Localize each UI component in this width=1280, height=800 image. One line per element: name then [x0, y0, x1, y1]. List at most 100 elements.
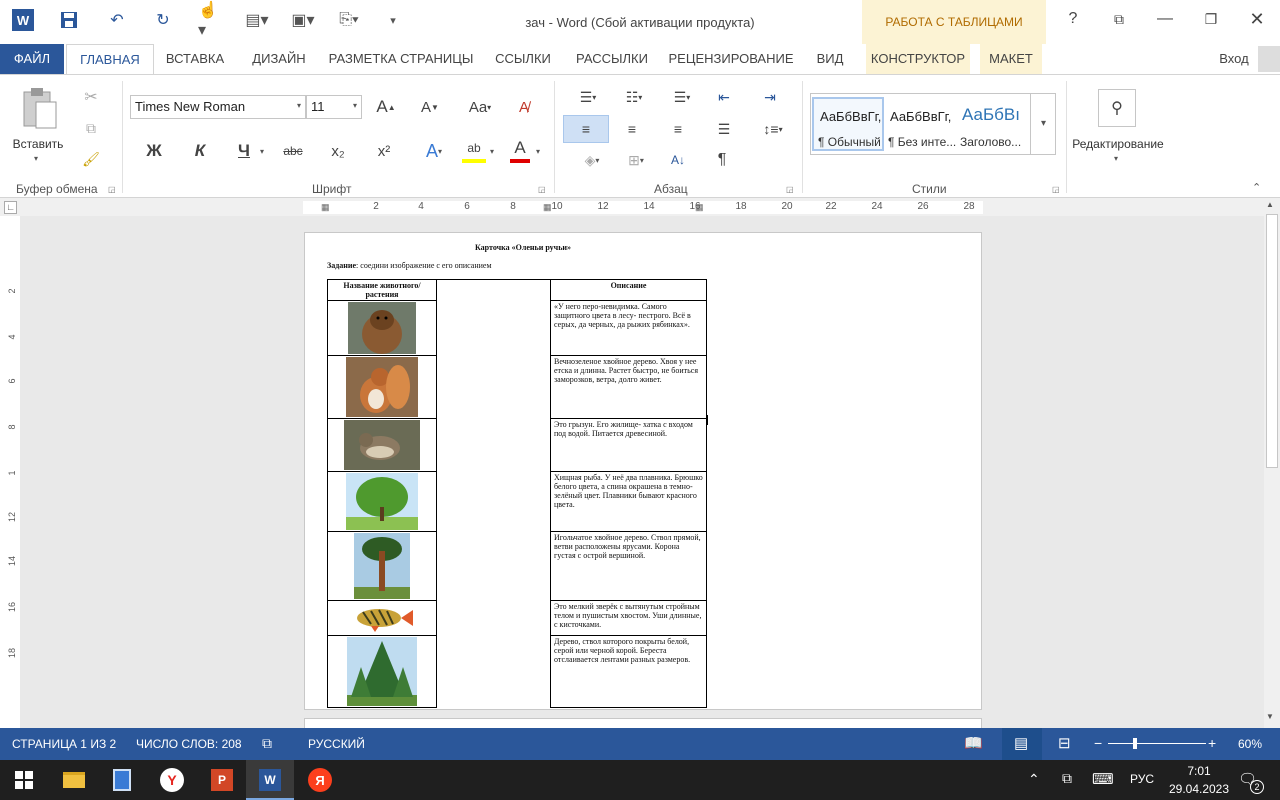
help-button[interactable]: ?: [1058, 8, 1088, 30]
tab-insert[interactable]: ВСТАВКА: [160, 44, 230, 74]
zoom-level[interactable]: 60%: [1238, 737, 1262, 751]
editing-button[interactable]: Редактирование: [1070, 137, 1166, 151]
web-layout-icon[interactable]: ⊟: [1058, 734, 1071, 752]
page-indicator[interactable]: СТРАНИЦА 1 ИЗ 2: [12, 737, 116, 751]
file-explorer-icon[interactable]: [54, 764, 94, 796]
clock-date[interactable]: 29.04.2023: [1164, 782, 1234, 796]
tab-view[interactable]: ВИД: [808, 44, 852, 74]
column-marker-icon[interactable]: ▦: [543, 202, 552, 213]
font-color-dropdown-icon[interactable]: ▾: [536, 147, 540, 156]
yandex-browser-icon[interactable]: Y: [152, 764, 192, 796]
input-language[interactable]: РУС: [1130, 772, 1154, 786]
increase-indent-icon[interactable]: ⇥: [756, 85, 784, 109]
proofing-icon[interactable]: ⧉: [262, 735, 272, 752]
tab-mailings[interactable]: РАССЫЛКИ: [570, 44, 654, 74]
numbering-icon[interactable]: ☷ ▾: [616, 85, 652, 109]
style-heading[interactable]: АаБбВı Заголово...: [958, 97, 1030, 151]
font-name-input[interactable]: Times New Roman ▾: [130, 95, 306, 119]
style-no-spacing[interactable]: АаБбВвГг, ¶ Без инте...: [886, 97, 958, 151]
align-right-button[interactable]: ≡: [666, 115, 690, 143]
cut-icon[interactable]: ✂: [80, 87, 102, 107]
editing-dropdown-icon[interactable]: ▾: [1114, 154, 1118, 163]
styles-launcher-icon[interactable]: ◲: [1052, 185, 1060, 194]
ribbon-display-button[interactable]: ⧉: [1104, 8, 1134, 30]
customize-qat-icon[interactable]: ▾: [380, 9, 406, 31]
account-avatar[interactable]: [1258, 46, 1280, 72]
clipboard-launcher-icon[interactable]: ◲: [108, 185, 116, 194]
zoom-slider-thumb[interactable]: [1133, 738, 1138, 749]
picture-cell[interactable]: [327, 355, 437, 419]
word-app-icon[interactable]: W: [12, 9, 34, 31]
description-cell[interactable]: Это грызун. Его жилище- хатка с входом п…: [550, 418, 707, 472]
multilevel-list-icon[interactable]: ☰ ▾: [664, 85, 700, 109]
scroll-up-icon[interactable]: ▲: [1266, 200, 1274, 209]
vertical-scrollbar[interactable]: ▲ ▼: [1264, 198, 1280, 728]
collapse-ribbon-icon[interactable]: ⌃: [1252, 181, 1261, 194]
line-spacing-icon[interactable]: ↕≡ ▾: [756, 115, 790, 143]
yandex-icon[interactable]: Я: [300, 764, 340, 796]
tab-references[interactable]: ССЫЛКИ: [488, 44, 558, 74]
highlight-icon[interactable]: ab: [462, 137, 486, 163]
underline-button[interactable]: Ч: [232, 139, 256, 163]
change-case-icon[interactable]: Aa ▾: [464, 95, 496, 119]
print-layout-button[interactable]: ▤: [1002, 728, 1042, 760]
binoculars-icon[interactable]: ⚲: [1098, 89, 1136, 127]
tab-layout[interactable]: МАКЕТ: [980, 44, 1042, 74]
page-layout-icon[interactable]: ▤▾: [244, 9, 270, 31]
restore-button[interactable]: ❐: [1196, 8, 1226, 30]
font-size-input[interactable]: 11 ▾: [306, 95, 362, 119]
picture-cell[interactable]: [327, 471, 437, 532]
shrink-font-icon[interactable]: A ▼: [418, 95, 442, 119]
description-cell[interactable]: Хищная рыба. У неё два плавника. Брюшко …: [550, 471, 707, 532]
highlight-dropdown-icon[interactable]: ▾: [490, 147, 494, 156]
tray-device-icon[interactable]: ⧉: [1062, 770, 1072, 787]
word-taskbar-button[interactable]: W: [246, 760, 294, 800]
redo-icon[interactable]: ↻: [150, 9, 176, 31]
paragraph-launcher-icon[interactable]: ◲: [786, 185, 794, 194]
keyboard-icon[interactable]: ⌨: [1092, 770, 1114, 788]
picture-cell[interactable]: [327, 418, 437, 472]
language-indicator[interactable]: РУССКИЙ: [308, 737, 365, 751]
signin-link[interactable]: Вход: [1214, 44, 1254, 74]
bold-button[interactable]: Ж: [142, 139, 166, 163]
clear-formatting-icon[interactable]: A̸: [512, 95, 536, 119]
superscript-button[interactable]: x²: [372, 139, 396, 163]
strikethrough-button[interactable]: abc: [280, 139, 306, 163]
tab-review[interactable]: РЕЦЕНЗИРОВАНИЕ: [668, 44, 794, 74]
picture-cell[interactable]: [327, 531, 437, 601]
minimize-button[interactable]: —: [1150, 8, 1180, 30]
document-icon[interactable]: ⎘▾: [336, 9, 362, 31]
picture-cell[interactable]: [327, 635, 437, 708]
subscript-button[interactable]: x₂: [326, 139, 350, 163]
scroll-down-icon[interactable]: ▼: [1266, 712, 1274, 721]
zoom-in-icon[interactable]: +: [1208, 735, 1216, 751]
description-cell[interactable]: Дерево, ствол которого покрыты белой, се…: [550, 635, 707, 708]
calculator-icon[interactable]: [102, 764, 142, 796]
scrollbar-thumb[interactable]: [1266, 214, 1278, 468]
zoom-slider[interactable]: [1108, 738, 1206, 749]
justify-button[interactable]: ☰: [712, 115, 736, 143]
borders-icon[interactable]: ⊞ ▾: [618, 147, 654, 173]
column-marker-icon[interactable]: ▦: [321, 202, 330, 213]
copy-icon[interactable]: ⧉: [80, 118, 102, 138]
touch-mode-icon[interactable]: ☝▾: [198, 2, 224, 39]
tab-constructor[interactable]: КОНСТРУКТОР: [866, 44, 970, 74]
grow-font-icon[interactable]: A ▲: [374, 95, 398, 119]
description-cell[interactable]: Вечнозеленое хвойное дерево. Хвоя у нее …: [550, 355, 707, 419]
description-cell[interactable]: «У него перо-невидимка. Самого защитного…: [550, 300, 707, 356]
underline-dropdown-icon[interactable]: ▾: [260, 147, 264, 156]
paste-dropdown-icon[interactable]: ▾: [34, 154, 38, 163]
pilcrow-button[interactable]: ¶: [710, 147, 734, 173]
picture-cell[interactable]: [327, 600, 437, 636]
word-count[interactable]: ЧИСЛО СЛОВ: 208: [136, 737, 242, 751]
styles-more-button[interactable]: ▾: [1030, 93, 1056, 155]
font-color-icon[interactable]: A: [510, 137, 530, 163]
tab-selector[interactable]: ∟: [4, 201, 17, 214]
empty-column[interactable]: [436, 279, 551, 708]
tab-page-layout[interactable]: РАЗМЕТКА СТРАНИЦЫ: [328, 44, 474, 74]
tray-expand-icon[interactable]: ⌃: [1028, 771, 1040, 788]
shading-icon[interactable]: ◈ ▾: [574, 147, 610, 173]
matching-table[interactable]: Название животного/растения Описание «У …: [327, 279, 707, 708]
decrease-indent-icon[interactable]: ⇤: [710, 85, 738, 109]
align-left-button[interactable]: ≡: [563, 115, 609, 143]
